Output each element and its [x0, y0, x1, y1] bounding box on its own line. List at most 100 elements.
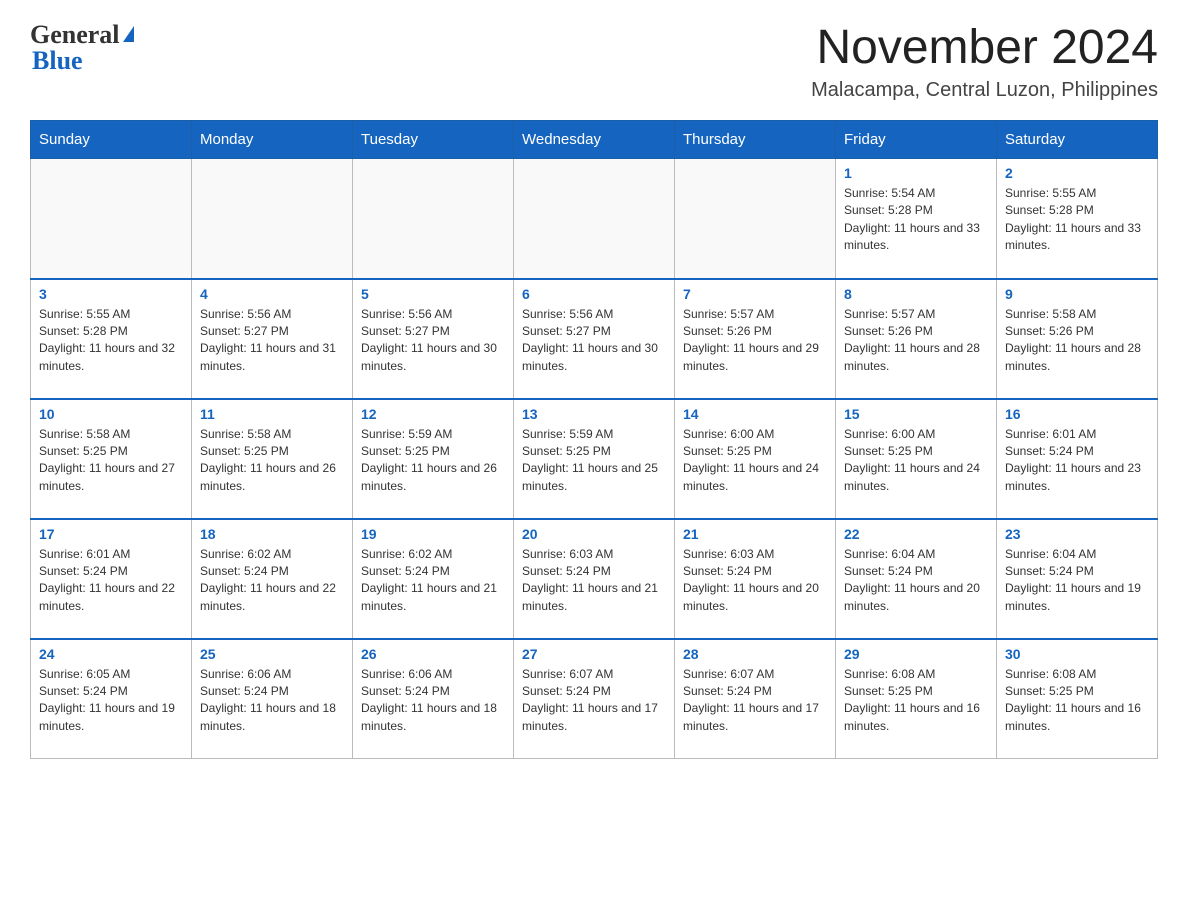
- calendar-day-cell: [675, 159, 836, 279]
- day-info: Sunrise: 6:06 AM Sunset: 5:24 PM Dayligh…: [361, 666, 505, 736]
- day-info: Sunrise: 6:04 AM Sunset: 5:24 PM Dayligh…: [1005, 546, 1149, 616]
- day-info: Sunrise: 6:07 AM Sunset: 5:24 PM Dayligh…: [522, 666, 666, 736]
- day-number: 2: [1005, 165, 1149, 181]
- calendar-day-cell: 24 Sunrise: 6:05 AM Sunset: 5:24 PM Dayli…: [31, 639, 192, 759]
- day-number: 24: [39, 646, 183, 662]
- calendar-day-cell: 13 Sunrise: 5:59 AM Sunset: 5:25 PM Dayli…: [514, 399, 675, 519]
- calendar-week-row: 24 Sunrise: 6:05 AM Sunset: 5:24 PM Dayli…: [31, 639, 1158, 759]
- calendar-header-row: SundayMondayTuesdayWednesdayThursdayFrid…: [31, 121, 1158, 159]
- day-info: Sunrise: 5:58 AM Sunset: 5:25 PM Dayligh…: [39, 426, 183, 496]
- calendar-day-cell: 30Sunrise: 6:08 AM Sunset: 5:25 PM Dayli…: [997, 639, 1158, 759]
- day-info: Sunrise: 6:02 AM Sunset: 5:24 PM Dayligh…: [200, 546, 344, 616]
- logo-blue-text: Blue: [32, 46, 83, 76]
- day-number: 11: [200, 406, 344, 422]
- calendar-day-cell: 17 Sunrise: 6:01 AM Sunset: 5:24 PM Dayli…: [31, 519, 192, 639]
- page-header: General Blue November 2024 Malacampa, Ce…: [30, 20, 1158, 102]
- calendar-day-cell: 20 Sunrise: 6:03 AM Sunset: 5:24 PM Dayli…: [514, 519, 675, 639]
- day-info: Sunrise: 5:59 AM Sunset: 5:25 PM Dayligh…: [361, 426, 505, 496]
- calendar-day-cell: 11 Sunrise: 5:58 AM Sunset: 5:25 PM Dayli…: [192, 399, 353, 519]
- day-number: 15: [844, 406, 988, 422]
- calendar-day-cell: 5 Sunrise: 5:56 AM Sunset: 5:27 PM Daylig…: [353, 279, 514, 399]
- calendar-day-cell: 19 Sunrise: 6:02 AM Sunset: 5:24 PM Dayli…: [353, 519, 514, 639]
- day-info: Sunrise: 6:03 AM Sunset: 5:24 PM Dayligh…: [522, 546, 666, 616]
- calendar-day-cell: 16Sunrise: 6:01 AM Sunset: 5:24 PM Dayli…: [997, 399, 1158, 519]
- day-number: 13: [522, 406, 666, 422]
- day-number: 28: [683, 646, 827, 662]
- calendar-day-cell: 2 Sunrise: 5:55 AM Sunset: 5:28 PM Daylig…: [997, 159, 1158, 279]
- day-number: 7: [683, 286, 827, 302]
- day-info: Sunrise: 5:56 AM Sunset: 5:27 PM Dayligh…: [200, 306, 344, 376]
- day-info: Sunrise: 6:01 AM Sunset: 5:24 PM Dayligh…: [39, 546, 183, 616]
- day-number: 9: [1005, 286, 1149, 302]
- calendar-day-cell: 15 Sunrise: 6:00 AM Sunset: 5:25 PM Dayli…: [836, 399, 997, 519]
- day-number: 8: [844, 286, 988, 302]
- main-title: November 2024: [811, 20, 1158, 75]
- calendar-day-header: Monday: [192, 121, 353, 159]
- day-info: Sunrise: 5:58 AM Sunset: 5:25 PM Dayligh…: [200, 426, 344, 496]
- day-number: 16: [1005, 406, 1149, 422]
- day-info: Sunrise: 6:07 AM Sunset: 5:24 PM Dayligh…: [683, 666, 827, 736]
- day-info: Sunrise: 5:55 AM Sunset: 5:28 PM Dayligh…: [39, 306, 183, 376]
- calendar-day-header: Saturday: [997, 121, 1158, 159]
- day-info: Sunrise: 6:00 AM Sunset: 5:25 PM Dayligh…: [844, 426, 988, 496]
- day-info: Sunrise: 6:04 AM Sunset: 5:24 PM Dayligh…: [844, 546, 988, 616]
- calendar-day-cell: 27Sunrise: 6:07 AM Sunset: 5:24 PM Dayli…: [514, 639, 675, 759]
- calendar-day-header: Sunday: [31, 121, 192, 159]
- calendar-day-cell: 3 Sunrise: 5:55 AM Sunset: 5:28 PM Daylig…: [31, 279, 192, 399]
- calendar-day-cell: 4 Sunrise: 5:56 AM Sunset: 5:27 PM Daylig…: [192, 279, 353, 399]
- calendar-day-cell: [192, 159, 353, 279]
- day-number: 10: [39, 406, 183, 422]
- day-info: Sunrise: 6:06 AM Sunset: 5:24 PM Dayligh…: [200, 666, 344, 736]
- day-number: 25: [200, 646, 344, 662]
- calendar-week-row: 17 Sunrise: 6:01 AM Sunset: 5:24 PM Dayli…: [31, 519, 1158, 639]
- calendar-day-cell: 8Sunrise: 5:57 AM Sunset: 5:26 PM Daylig…: [836, 279, 997, 399]
- day-number: 14: [683, 406, 827, 422]
- calendar-day-cell: 23 Sunrise: 6:04 AM Sunset: 5:24 PM Dayli…: [997, 519, 1158, 639]
- calendar-week-row: 10 Sunrise: 5:58 AM Sunset: 5:25 PM Dayli…: [31, 399, 1158, 519]
- calendar-week-row: 3 Sunrise: 5:55 AM Sunset: 5:28 PM Daylig…: [31, 279, 1158, 399]
- day-info: Sunrise: 5:54 AM Sunset: 5:28 PM Dayligh…: [844, 185, 988, 255]
- day-number: 17: [39, 526, 183, 542]
- day-info: Sunrise: 6:02 AM Sunset: 5:24 PM Dayligh…: [361, 546, 505, 616]
- day-info: Sunrise: 6:00 AM Sunset: 5:25 PM Dayligh…: [683, 426, 827, 496]
- day-number: 12: [361, 406, 505, 422]
- day-number: 1: [844, 165, 988, 181]
- day-info: Sunrise: 5:55 AM Sunset: 5:28 PM Dayligh…: [1005, 185, 1149, 255]
- day-info: Sunrise: 6:03 AM Sunset: 5:24 PM Dayligh…: [683, 546, 827, 616]
- subtitle: Malacampa, Central Luzon, Philippines: [811, 79, 1158, 102]
- calendar-day-cell: 7Sunrise: 5:57 AM Sunset: 5:26 PM Daylig…: [675, 279, 836, 399]
- day-number: 3: [39, 286, 183, 302]
- calendar-day-header: Wednesday: [514, 121, 675, 159]
- day-number: 5: [361, 286, 505, 302]
- day-number: 20: [522, 526, 666, 542]
- calendar-day-cell: 29Sunrise: 6:08 AM Sunset: 5:25 PM Dayli…: [836, 639, 997, 759]
- calendar-day-cell: 12 Sunrise: 5:59 AM Sunset: 5:25 PM Dayli…: [353, 399, 514, 519]
- day-number: 29: [844, 646, 988, 662]
- day-number: 22: [844, 526, 988, 542]
- calendar-day-cell: 18Sunrise: 6:02 AM Sunset: 5:24 PM Dayli…: [192, 519, 353, 639]
- calendar-day-cell: 21 Sunrise: 6:03 AM Sunset: 5:24 PM Dayli…: [675, 519, 836, 639]
- calendar-day-header: Friday: [836, 121, 997, 159]
- day-number: 19: [361, 526, 505, 542]
- calendar-day-cell: 10 Sunrise: 5:58 AM Sunset: 5:25 PM Dayli…: [31, 399, 192, 519]
- calendar-week-row: 1 Sunrise: 5:54 AM Sunset: 5:28 PM Daylig…: [31, 159, 1158, 279]
- day-info: Sunrise: 6:05 AM Sunset: 5:24 PM Dayligh…: [39, 666, 183, 736]
- day-number: 23: [1005, 526, 1149, 542]
- day-info: Sunrise: 6:08 AM Sunset: 5:25 PM Dayligh…: [1005, 666, 1149, 736]
- calendar-day-cell: 6 Sunrise: 5:56 AM Sunset: 5:27 PM Daylig…: [514, 279, 675, 399]
- calendar-day-cell: [353, 159, 514, 279]
- day-number: 21: [683, 526, 827, 542]
- day-info: Sunrise: 5:59 AM Sunset: 5:25 PM Dayligh…: [522, 426, 666, 496]
- day-info: Sunrise: 5:56 AM Sunset: 5:27 PM Dayligh…: [361, 306, 505, 376]
- calendar-day-cell: [31, 159, 192, 279]
- calendar-day-cell: 1 Sunrise: 5:54 AM Sunset: 5:28 PM Daylig…: [836, 159, 997, 279]
- day-number: 26: [361, 646, 505, 662]
- calendar-day-cell: 14 Sunrise: 6:00 AM Sunset: 5:25 PM Dayli…: [675, 399, 836, 519]
- calendar-day-cell: 25 Sunrise: 6:06 AM Sunset: 5:24 PM Dayli…: [192, 639, 353, 759]
- day-number: 6: [522, 286, 666, 302]
- calendar-day-header: Tuesday: [353, 121, 514, 159]
- title-area: November 2024 Malacampa, Central Luzon, …: [811, 20, 1158, 102]
- day-number: 4: [200, 286, 344, 302]
- logo: General Blue: [30, 20, 134, 76]
- day-info: Sunrise: 5:56 AM Sunset: 5:27 PM Dayligh…: [522, 306, 666, 376]
